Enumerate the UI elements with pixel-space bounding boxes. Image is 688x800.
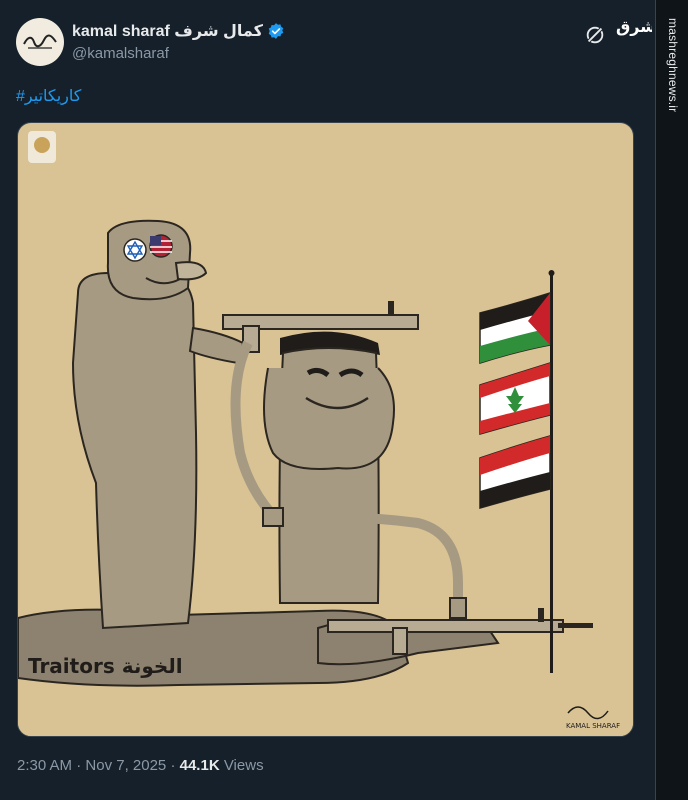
tweet-date[interactable]: Nov 7, 2025 bbox=[85, 757, 166, 774]
cartoon-signature: KAMAL SHARAF bbox=[566, 722, 620, 730]
tweet: kamal sharaf كمال شرف @kamalsharaf #کاری… bbox=[0, 0, 655, 800]
meta-separator: · bbox=[76, 757, 82, 774]
palestine-flag bbox=[479, 291, 551, 365]
handle[interactable]: @kamalsharaf bbox=[72, 45, 285, 62]
mashregh-watermark: mashreghnews.ir bbox=[666, 17, 680, 113]
svg-text:مشرق: مشرق bbox=[616, 17, 652, 36]
cartoon-image[interactable]: Traitors الخونة KAMAL SHARAF bbox=[17, 122, 634, 737]
author-names: kamal sharaf كمال شرف @kamalsharaf bbox=[72, 21, 285, 62]
cartoon-illustration: Traitors الخونة KAMAL SHARAF bbox=[18, 131, 633, 736]
avatar[interactable] bbox=[16, 18, 64, 66]
cartoon-badge-icon bbox=[28, 131, 56, 163]
lebanon-flag bbox=[479, 361, 551, 435]
meta-separator-2: · bbox=[170, 757, 176, 774]
gas-pump-figure bbox=[230, 331, 467, 619]
cartoon-caption: Traitors الخونة bbox=[28, 654, 183, 678]
tweet-header: kamal sharaf كمال شرف @kamalsharaf bbox=[16, 18, 636, 68]
hashtag-link[interactable]: #کاریکاتیر bbox=[16, 86, 81, 106]
signature-logo-icon bbox=[23, 34, 57, 49]
mashregh-logo-icon: مشرق bbox=[616, 17, 652, 36]
soldier-figure bbox=[71, 219, 208, 630]
tweet-time[interactable]: 2:30 AM bbox=[17, 757, 72, 774]
tweet-meta: 2:30 AM · Nov 7, 2025 · 44.1K Views bbox=[17, 757, 264, 774]
views-label: Views bbox=[223, 757, 264, 774]
yemen-flag bbox=[479, 435, 551, 509]
grok-icon[interactable] bbox=[584, 24, 606, 46]
display-name[interactable]: kamal sharaf كمال شرف bbox=[72, 21, 263, 41]
views-count: 44.1K bbox=[179, 757, 220, 774]
verified-badge-icon bbox=[268, 23, 284, 39]
